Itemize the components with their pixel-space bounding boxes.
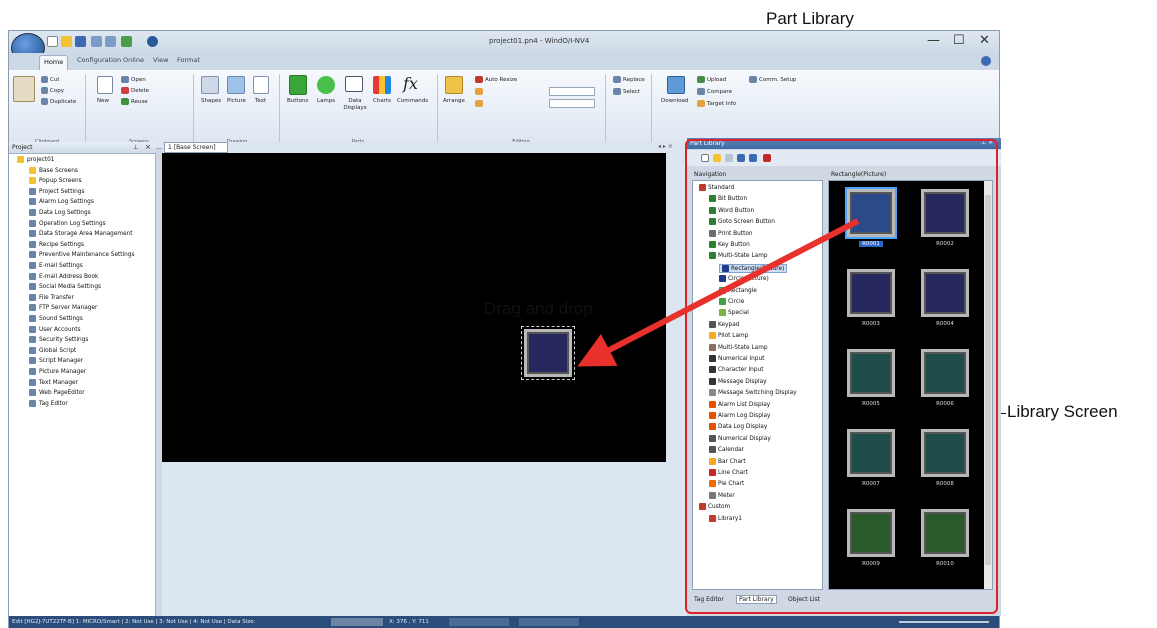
- drag-and-drop-label: Drag and drop: [484, 299, 593, 318]
- drag-arrow-line: [577, 218, 860, 367]
